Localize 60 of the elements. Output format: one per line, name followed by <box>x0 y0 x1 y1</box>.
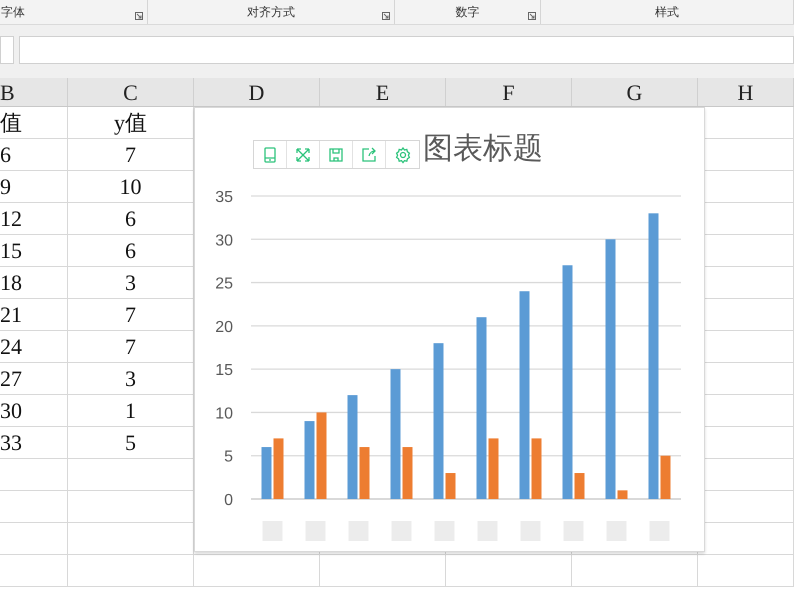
y-axis-label: 30 <box>215 232 233 250</box>
expand-icon <box>294 146 312 164</box>
bar[interactable] <box>562 265 572 499</box>
bar[interactable] <box>348 395 358 499</box>
group-label: 字体 <box>1 4 25 21</box>
bar[interactable] <box>402 447 412 499</box>
column-header[interactable]: F <box>446 78 572 106</box>
y-axis-label: 20 <box>215 318 233 336</box>
bar[interactable] <box>660 456 670 499</box>
y-axis-label: 10 <box>215 405 233 422</box>
name-box[interactable] <box>0 36 14 64</box>
table-cell: 6 <box>0 139 68 170</box>
settings-icon <box>394 146 412 164</box>
group-label: 对齐方式 <box>247 4 295 21</box>
bar[interactable] <box>390 369 400 499</box>
y-axis-label: 35 <box>215 189 233 206</box>
bar[interactable] <box>476 317 486 499</box>
table-cell: 21 <box>0 299 68 330</box>
bar[interactable] <box>648 213 658 499</box>
bar[interactable] <box>262 447 272 499</box>
dialog-launcher-icon[interactable] <box>528 12 536 20</box>
column-header[interactable]: C <box>68 78 194 106</box>
bar[interactable] <box>446 473 456 499</box>
bar[interactable] <box>274 438 284 499</box>
bar[interactable] <box>316 412 326 499</box>
y-axis-label: 25 <box>215 276 233 293</box>
column-header[interactable]: G <box>572 78 698 106</box>
bar[interactable] <box>360 447 370 499</box>
y-axis-label: 0 <box>224 492 233 509</box>
bar[interactable] <box>434 343 444 499</box>
chart-card[interactable]: 图表标题 0 5 10 15 20 25 30 35 <box>194 107 705 552</box>
bar[interactable] <box>532 438 542 499</box>
column-header[interactable]: H <box>698 78 794 106</box>
table-cell: 18 <box>0 267 68 298</box>
bar[interactable] <box>520 291 530 499</box>
share-icon <box>360 146 378 164</box>
table-cell: 9 <box>0 171 68 202</box>
bar[interactable] <box>304 421 314 499</box>
group-label: 数字 <box>456 4 480 21</box>
y-axis-label: 15 <box>215 362 233 380</box>
bar[interactable] <box>488 438 498 499</box>
bar[interactable] <box>606 239 616 499</box>
dialog-launcher-icon[interactable] <box>382 12 390 20</box>
formula-input[interactable] <box>19 36 794 64</box>
dialog-launcher-icon[interactable] <box>135 12 143 20</box>
table-cell: 12 <box>0 203 68 234</box>
bar[interactable] <box>618 490 628 499</box>
table-cell: 24 <box>0 331 68 362</box>
table-cell: 值 <box>0 107 68 138</box>
table-cell: 33 <box>0 427 68 458</box>
column-header[interactable]: D <box>194 78 320 106</box>
group-label: 样式 <box>655 4 679 21</box>
table-cell: 15 <box>0 235 68 266</box>
table-cell: 27 <box>0 363 68 394</box>
bar[interactable] <box>574 473 584 499</box>
column-header[interactable]: E <box>320 78 446 106</box>
table-cell: 30 <box>0 395 68 426</box>
column-header[interactable]: B <box>0 78 68 106</box>
chart-title: 图表标题 <box>423 131 543 167</box>
y-axis-label: 5 <box>224 448 233 466</box>
